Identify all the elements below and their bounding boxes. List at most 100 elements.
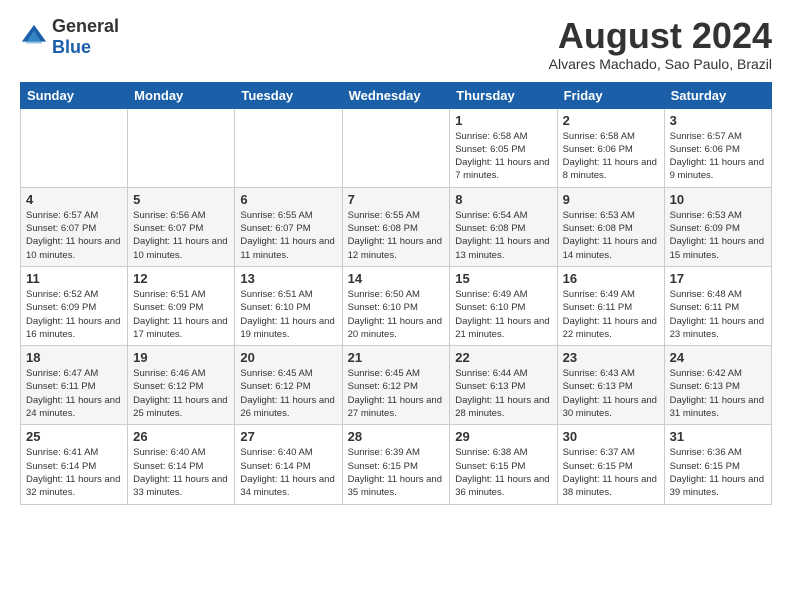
logo: General Blue: [20, 16, 119, 58]
day-detail: Sunrise: 6:54 AM Sunset: 6:08 PM Dayligh…: [455, 209, 551, 262]
calendar-cell: 23Sunrise: 6:43 AM Sunset: 6:13 PM Dayli…: [557, 346, 664, 425]
calendar-cell: 16 Sunrise: 6:49 AM Sunset: 6:11 PM Dayli…: [557, 266, 664, 345]
day-detail: Sunrise: 6:42 AM Sunset: 6:13 PM Dayligh…: [670, 367, 766, 420]
day-number: 30: [563, 429, 659, 444]
day-detail: Sunrise: 6:55 AM Sunset: 6:08 PM Dayligh…: [348, 209, 445, 262]
day-number: 25: [26, 429, 122, 444]
calendar-cell: 20 Sunrise: 6:45 AM Sunset: 6:12 PM Dayli…: [235, 346, 342, 425]
day-detail: Sunrise: 6:36 AM Sunset: 6:15 PM Dayligh…: [670, 446, 766, 499]
day-number: 8: [455, 192, 551, 207]
location-text: Alvares Machado, Sao Paulo, Brazil: [549, 56, 772, 72]
calendar-cell: 19 Sunrise: 6:46 AM Sunset: 6:12 PM Dayli…: [128, 346, 235, 425]
day-number: 17: [670, 271, 766, 286]
calendar-cell: 15 Sunrise: 6:49 AM Sunset: 6:10 PM Dayli…: [450, 266, 557, 345]
day-detail: Sunrise: 6:46 AM Sunset: 6:12 PM Dayligh…: [133, 367, 229, 420]
day-number: 13: [240, 271, 336, 286]
month-year-title: August 2024: [549, 16, 772, 56]
day-detail: Sunrise: 6:45 AM Sunset: 6:12 PM Dayligh…: [240, 367, 336, 420]
weekday-header-saturday: Saturday: [664, 82, 771, 108]
day-number: 6: [240, 192, 336, 207]
calendar-cell: 25Sunrise: 6:41 AM Sunset: 6:14 PM Dayli…: [21, 425, 128, 504]
calendar-cell: [128, 108, 235, 187]
calendar-cell: 11Sunrise: 6:52 AM Sunset: 6:09 PM Dayli…: [21, 266, 128, 345]
day-detail: Sunrise: 6:53 AM Sunset: 6:08 PM Dayligh…: [563, 209, 659, 262]
calendar-cell: 1Sunrise: 6:58 AM Sunset: 6:05 PM Daylig…: [450, 108, 557, 187]
day-number: 5: [133, 192, 229, 207]
day-number: 4: [26, 192, 122, 207]
day-detail: Sunrise: 6:57 AM Sunset: 6:07 PM Dayligh…: [26, 209, 122, 262]
calendar-cell: 27 Sunrise: 6:40 AM Sunset: 6:14 PM Dayli…: [235, 425, 342, 504]
day-detail: Sunrise: 6:52 AM Sunset: 6:09 PM Dayligh…: [26, 288, 122, 341]
calendar-cell: 28 Sunrise: 6:39 AM Sunset: 6:15 PM Dayli…: [342, 425, 450, 504]
day-detail: Sunrise: 6:56 AM Sunset: 6:07 PM Dayligh…: [133, 209, 229, 262]
logo-icon: [20, 23, 48, 51]
day-detail: Sunrise: 6:51 AM Sunset: 6:09 PM Dayligh…: [133, 288, 229, 341]
day-detail: Sunrise: 6:37 AM Sunset: 6:15 PM Dayligh…: [563, 446, 659, 499]
weekday-header-sunday: Sunday: [21, 82, 128, 108]
day-number: 2: [563, 113, 659, 128]
day-detail: Sunrise: 6:39 AM Sunset: 6:15 PM Dayligh…: [348, 446, 445, 499]
day-number: 16: [563, 271, 659, 286]
calendar-cell: 8 Sunrise: 6:54 AM Sunset: 6:08 PM Daylig…: [450, 187, 557, 266]
day-detail: Sunrise: 6:49 AM Sunset: 6:10 PM Dayligh…: [455, 288, 551, 341]
calendar-week-row: 4 Sunrise: 6:57 AM Sunset: 6:07 PM Daylig…: [21, 187, 772, 266]
day-detail: Sunrise: 6:57 AM Sunset: 6:06 PM Dayligh…: [670, 130, 766, 183]
calendar-cell: 24 Sunrise: 6:42 AM Sunset: 6:13 PM Dayli…: [664, 346, 771, 425]
page-header: General Blue August 2024 Alvares Machado…: [20, 16, 772, 72]
day-detail: Sunrise: 6:45 AM Sunset: 6:12 PM Dayligh…: [348, 367, 445, 420]
day-detail: Sunrise: 6:49 AM Sunset: 6:11 PM Dayligh…: [563, 288, 659, 341]
day-number: 14: [348, 271, 445, 286]
day-number: 3: [670, 113, 766, 128]
calendar-cell: 17Sunrise: 6:48 AM Sunset: 6:11 PM Dayli…: [664, 266, 771, 345]
day-detail: Sunrise: 6:38 AM Sunset: 6:15 PM Dayligh…: [455, 446, 551, 499]
day-detail: Sunrise: 6:40 AM Sunset: 6:14 PM Dayligh…: [240, 446, 336, 499]
calendar-cell: 26 Sunrise: 6:40 AM Sunset: 6:14 PM Dayli…: [128, 425, 235, 504]
day-number: 7: [348, 192, 445, 207]
day-number: 9: [563, 192, 659, 207]
calendar-cell: 12 Sunrise: 6:51 AM Sunset: 6:09 PM Dayli…: [128, 266, 235, 345]
day-number: 21: [348, 350, 445, 365]
calendar-cell: 22Sunrise: 6:44 AM Sunset: 6:13 PM Dayli…: [450, 346, 557, 425]
day-detail: Sunrise: 6:58 AM Sunset: 6:06 PM Dayligh…: [563, 130, 659, 183]
day-number: 28: [348, 429, 445, 444]
day-number: 31: [670, 429, 766, 444]
day-detail: Sunrise: 6:40 AM Sunset: 6:14 PM Dayligh…: [133, 446, 229, 499]
calendar-week-row: 18 Sunrise: 6:47 AM Sunset: 6:11 PM Dayli…: [21, 346, 772, 425]
calendar-cell: 31 Sunrise: 6:36 AM Sunset: 6:15 PM Dayli…: [664, 425, 771, 504]
calendar-cell: 13 Sunrise: 6:51 AM Sunset: 6:10 PM Dayli…: [235, 266, 342, 345]
calendar-cell: 7 Sunrise: 6:55 AM Sunset: 6:08 PM Daylig…: [342, 187, 450, 266]
day-number: 10: [670, 192, 766, 207]
day-number: 27: [240, 429, 336, 444]
day-detail: Sunrise: 6:47 AM Sunset: 6:11 PM Dayligh…: [26, 367, 122, 420]
day-number: 1: [455, 113, 551, 128]
day-number: 15: [455, 271, 551, 286]
calendar-cell: 2 Sunrise: 6:58 AM Sunset: 6:06 PM Daylig…: [557, 108, 664, 187]
day-detail: Sunrise: 6:55 AM Sunset: 6:07 PM Dayligh…: [240, 209, 336, 262]
day-number: 18: [26, 350, 122, 365]
title-section: August 2024 Alvares Machado, Sao Paulo, …: [549, 16, 772, 72]
calendar-cell: 9 Sunrise: 6:53 AM Sunset: 6:08 PM Daylig…: [557, 187, 664, 266]
calendar-cell: [21, 108, 128, 187]
weekday-header-wednesday: Wednesday: [342, 82, 450, 108]
calendar-cell: 10 Sunrise: 6:53 AM Sunset: 6:09 PM Dayli…: [664, 187, 771, 266]
calendar-header-row: SundayMondayTuesdayWednesdayThursdayFrid…: [21, 82, 772, 108]
calendar-cell: 4 Sunrise: 6:57 AM Sunset: 6:07 PM Daylig…: [21, 187, 128, 266]
day-number: 20: [240, 350, 336, 365]
calendar-cell: 30 Sunrise: 6:37 AM Sunset: 6:15 PM Dayli…: [557, 425, 664, 504]
day-detail: Sunrise: 6:51 AM Sunset: 6:10 PM Dayligh…: [240, 288, 336, 341]
calendar-cell: 18 Sunrise: 6:47 AM Sunset: 6:11 PM Dayli…: [21, 346, 128, 425]
calendar-cell: 14Sunrise: 6:50 AM Sunset: 6:10 PM Dayli…: [342, 266, 450, 345]
calendar-week-row: 25Sunrise: 6:41 AM Sunset: 6:14 PM Dayli…: [21, 425, 772, 504]
calendar-cell: [235, 108, 342, 187]
calendar-cell: 3 Sunrise: 6:57 AM Sunset: 6:06 PM Daylig…: [664, 108, 771, 187]
day-number: 19: [133, 350, 229, 365]
weekday-header-monday: Monday: [128, 82, 235, 108]
day-detail: Sunrise: 6:53 AM Sunset: 6:09 PM Dayligh…: [670, 209, 766, 262]
calendar-cell: 6 Sunrise: 6:55 AM Sunset: 6:07 PM Daylig…: [235, 187, 342, 266]
day-number: 26: [133, 429, 229, 444]
calendar-week-row: 11Sunrise: 6:52 AM Sunset: 6:09 PM Dayli…: [21, 266, 772, 345]
day-number: 29: [455, 429, 551, 444]
day-number: 12: [133, 271, 229, 286]
day-number: 24: [670, 350, 766, 365]
calendar-cell: [342, 108, 450, 187]
